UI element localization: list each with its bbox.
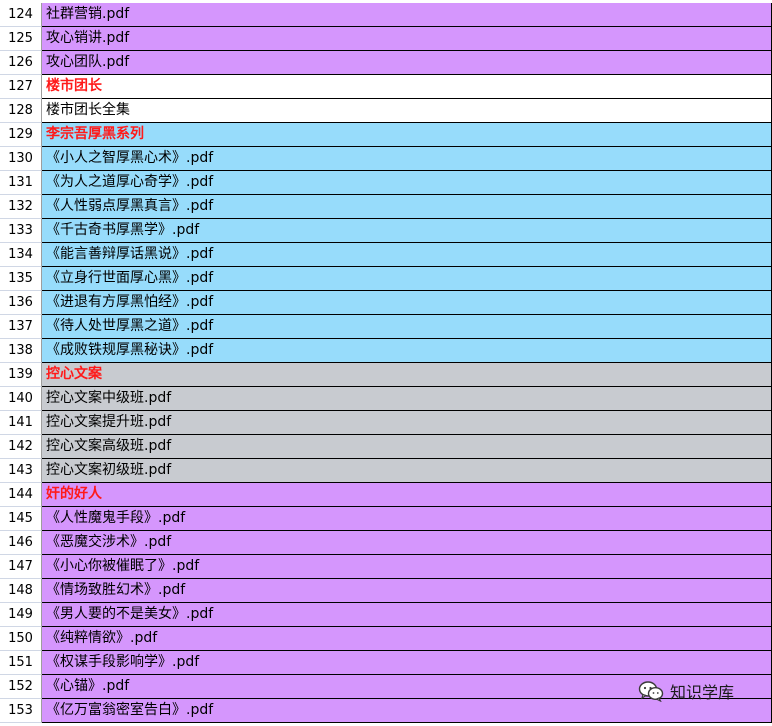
table-row[interactable]: 146 《恶魔交涉术》.pdf bbox=[0, 531, 772, 555]
file-name-cell[interactable]: 控心文案初级班.pdf bbox=[42, 459, 772, 483]
row-number[interactable]: 137 bbox=[0, 315, 42, 339]
table-row[interactable]: 126 攻心团队.pdf bbox=[0, 51, 772, 75]
section-header-cell[interactable]: 控心文案 bbox=[42, 363, 772, 387]
table-row[interactable]: 151 《权谋手段影响学》.pdf bbox=[0, 651, 772, 675]
file-name-cell[interactable]: 《情场致胜幻术》.pdf bbox=[42, 579, 772, 603]
table-row[interactable]: 135 《立身行世面厚心黑》.pdf bbox=[0, 267, 772, 291]
table-row[interactable]: 150 《纯粹情欲》.pdf bbox=[0, 627, 772, 651]
row-number[interactable]: 151 bbox=[0, 651, 42, 675]
file-name-cell[interactable]: 攻心销讲.pdf bbox=[42, 27, 772, 51]
row-number[interactable]: 152 bbox=[0, 675, 42, 699]
row-number[interactable]: 126 bbox=[0, 51, 42, 75]
file-name-cell[interactable]: 控心文案高级班.pdf bbox=[42, 435, 772, 459]
table-row[interactable]: 137 《待人处世厚黑之道》.pdf bbox=[0, 315, 772, 339]
row-number[interactable]: 153 bbox=[0, 699, 42, 723]
file-name-cell[interactable]: 控心文案中级班.pdf bbox=[42, 387, 772, 411]
file-name-cell[interactable]: 《立身行世面厚心黑》.pdf bbox=[42, 267, 772, 291]
table-row[interactable]: 133 《千古奇书厚黑学》.pdf bbox=[0, 219, 772, 243]
file-name-cell[interactable]: 《千古奇书厚黑学》.pdf bbox=[42, 219, 772, 243]
file-name-cell[interactable]: 《人性魔鬼手段》.pdf bbox=[42, 507, 772, 531]
wechat-icon bbox=[638, 681, 664, 702]
row-number[interactable]: 136 bbox=[0, 291, 42, 315]
row-number[interactable]: 141 bbox=[0, 411, 42, 435]
row-number[interactable]: 135 bbox=[0, 267, 42, 291]
file-name-cell[interactable]: 《小心你被催眠了》.pdf bbox=[42, 555, 772, 579]
row-number[interactable]: 140 bbox=[0, 387, 42, 411]
file-name-cell[interactable]: 《进退有方厚黑怕经》.pdf bbox=[42, 291, 772, 315]
row-number[interactable]: 128 bbox=[0, 99, 42, 123]
row-number[interactable]: 146 bbox=[0, 531, 42, 555]
table-row[interactable]: 131 《为人之道厚心奇学》.pdf bbox=[0, 171, 772, 195]
table-row[interactable]: 144 奸的好人 bbox=[0, 483, 772, 507]
row-list: 124 社群营销.pdf 125 攻心销讲.pdf 126 攻心团队.pdf 127 楼市团长… bbox=[0, 3, 772, 723]
watermark: 知识学库 bbox=[638, 679, 734, 703]
row-number[interactable]: 127 bbox=[0, 75, 42, 99]
file-name-cell[interactable]: 《小人之智厚黑心术》.pdf bbox=[42, 147, 772, 171]
table-row[interactable]: 141 控心文案提升班.pdf bbox=[0, 411, 772, 435]
row-number[interactable]: 147 bbox=[0, 555, 42, 579]
row-number[interactable]: 139 bbox=[0, 363, 42, 387]
table-row[interactable]: 124 社群营销.pdf bbox=[0, 3, 772, 27]
row-number[interactable]: 130 bbox=[0, 147, 42, 171]
table-row[interactable]: 129 李宗吾厚黑系列 bbox=[0, 123, 772, 147]
row-number[interactable]: 129 bbox=[0, 123, 42, 147]
row-number[interactable]: 150 bbox=[0, 627, 42, 651]
table-row[interactable]: 134 《能言善辩厚话黑说》.pdf bbox=[0, 243, 772, 267]
row-number[interactable]: 143 bbox=[0, 459, 42, 483]
file-name-cell[interactable]: 《恶魔交涉术》.pdf bbox=[42, 531, 772, 555]
file-name-cell[interactable]: 攻心团队.pdf bbox=[42, 51, 772, 75]
spreadsheet-grid: 124 社群营销.pdf 125 攻心销讲.pdf 126 攻心团队.pdf 127 楼市团长… bbox=[0, 3, 772, 723]
table-row[interactable]: 136 《进退有方厚黑怕经》.pdf bbox=[0, 291, 772, 315]
row-number[interactable]: 144 bbox=[0, 483, 42, 507]
file-name-cell[interactable]: 《成败铁规厚黑秘诀》.pdf bbox=[42, 339, 772, 363]
table-row[interactable]: 149 《男人要的不是美女》.pdf bbox=[0, 603, 772, 627]
table-row[interactable]: 128 楼市团长全集 bbox=[0, 99, 772, 123]
row-number[interactable]: 131 bbox=[0, 171, 42, 195]
table-row[interactable]: 142 控心文案高级班.pdf bbox=[0, 435, 772, 459]
table-row[interactable]: 132 《人性弱点厚黑真言》.pdf bbox=[0, 195, 772, 219]
table-row[interactable]: 145 《人性魔鬼手段》.pdf bbox=[0, 507, 772, 531]
file-name-cell[interactable]: 《能言善辩厚话黑说》.pdf bbox=[42, 243, 772, 267]
table-row[interactable]: 143 控心文案初级班.pdf bbox=[0, 459, 772, 483]
table-row[interactable]: 130 《小人之智厚黑心术》.pdf bbox=[0, 147, 772, 171]
row-number[interactable]: 133 bbox=[0, 219, 42, 243]
file-name-cell[interactable]: 《待人处世厚黑之道》.pdf bbox=[42, 315, 772, 339]
row-number[interactable]: 132 bbox=[0, 195, 42, 219]
file-name-cell[interactable]: 《男人要的不是美女》.pdf bbox=[42, 603, 772, 627]
file-name-cell[interactable]: 控心文案提升班.pdf bbox=[42, 411, 772, 435]
table-row[interactable]: 147 《小心你被催眠了》.pdf bbox=[0, 555, 772, 579]
table-row[interactable]: 148 《情场致胜幻术》.pdf bbox=[0, 579, 772, 603]
file-name-cell[interactable]: 《纯粹情欲》.pdf bbox=[42, 627, 772, 651]
table-row[interactable]: 140 控心文案中级班.pdf bbox=[0, 387, 772, 411]
file-name-cell[interactable]: 楼市团长全集 bbox=[42, 99, 772, 123]
section-header-cell[interactable]: 楼市团长 bbox=[42, 75, 772, 99]
row-number[interactable]: 124 bbox=[0, 3, 42, 27]
table-row[interactable]: 139 控心文案 bbox=[0, 363, 772, 387]
table-row[interactable]: 138 《成败铁规厚黑秘诀》.pdf bbox=[0, 339, 772, 363]
row-number[interactable]: 134 bbox=[0, 243, 42, 267]
row-number[interactable]: 148 bbox=[0, 579, 42, 603]
row-number[interactable]: 138 bbox=[0, 339, 42, 363]
watermark-text: 知识学库 bbox=[670, 683, 735, 702]
file-name-cell[interactable]: 社群营销.pdf bbox=[42, 3, 772, 27]
table-row[interactable]: 127 楼市团长 bbox=[0, 75, 772, 99]
row-number[interactable]: 125 bbox=[0, 27, 42, 51]
row-number[interactable]: 142 bbox=[0, 435, 42, 459]
row-number[interactable]: 149 bbox=[0, 603, 42, 627]
row-number[interactable]: 145 bbox=[0, 507, 42, 531]
section-header-cell[interactable]: 奸的好人 bbox=[42, 483, 772, 507]
file-name-cell[interactable]: 《人性弱点厚黑真言》.pdf bbox=[42, 195, 772, 219]
section-header-cell[interactable]: 李宗吾厚黑系列 bbox=[42, 123, 772, 147]
file-name-cell[interactable]: 《为人之道厚心奇学》.pdf bbox=[42, 171, 772, 195]
file-name-cell[interactable]: 《权谋手段影响学》.pdf bbox=[42, 651, 772, 675]
table-row[interactable]: 125 攻心销讲.pdf bbox=[0, 27, 772, 51]
